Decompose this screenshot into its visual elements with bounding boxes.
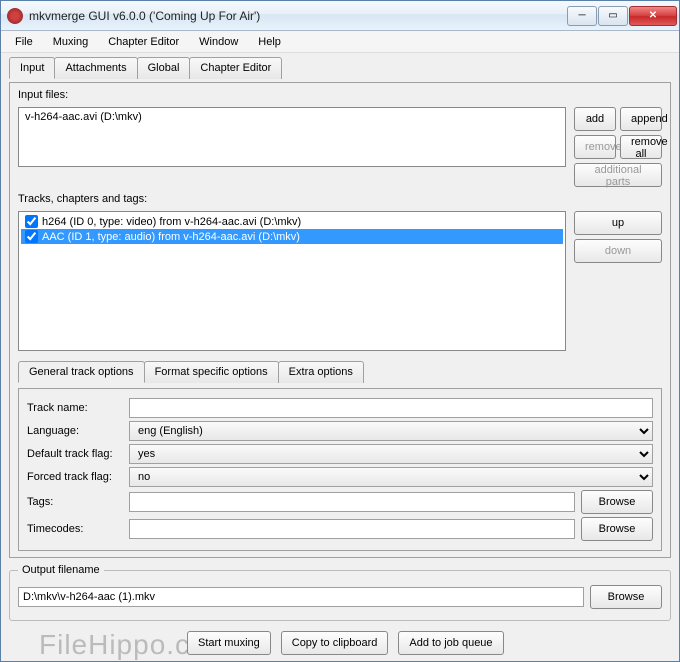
tab-panel-input: Input files: v-h264-aac.avi (D:\mkv) add… [9, 82, 671, 558]
track-checkbox[interactable] [25, 215, 38, 228]
down-button[interactable]: down [574, 239, 662, 263]
menu-chapter-editor[interactable]: Chapter Editor [98, 33, 189, 51]
menu-muxing[interactable]: Muxing [43, 33, 98, 51]
forced-flag-select[interactable]: no [129, 467, 653, 487]
main-tabs: Input Attachments Global Chapter Editor [9, 57, 671, 79]
language-label: Language: [27, 425, 123, 437]
copy-clipboard-button[interactable]: Copy to clipboard [281, 631, 389, 655]
tab-chapter-editor[interactable]: Chapter Editor [189, 57, 282, 79]
tab-attachments[interactable]: Attachments [54, 57, 137, 79]
track-checkbox[interactable] [25, 230, 38, 243]
timecodes-browse-button[interactable]: Browse [581, 517, 653, 541]
output-filename-input[interactable] [18, 587, 584, 607]
timecodes-label: Timecodes: [27, 523, 123, 535]
timecodes-input[interactable] [129, 519, 575, 539]
tags-label: Tags: [27, 496, 123, 508]
menu-help[interactable]: Help [248, 33, 291, 51]
append-button[interactable]: append [620, 107, 662, 131]
forced-flag-label: Forced track flag: [27, 471, 123, 483]
output-label: Output filename [18, 564, 104, 576]
language-select[interactable]: eng (English) [129, 421, 653, 441]
tags-input[interactable] [129, 492, 575, 512]
track-name-label: Track name: [27, 402, 123, 414]
tags-browse-button[interactable]: Browse [581, 490, 653, 514]
tab-format-options[interactable]: Format specific options [144, 361, 279, 383]
tab-global[interactable]: Global [137, 57, 191, 79]
app-icon [7, 8, 23, 24]
default-flag-select[interactable]: yes [129, 444, 653, 464]
menu-window[interactable]: Window [189, 33, 248, 51]
track-text: h264 (ID 0, type: video) from v-h264-aac… [42, 216, 301, 228]
tab-input[interactable]: Input [9, 57, 55, 79]
window-title: mkvmerge GUI v6.0.0 ('Coming Up For Air'… [29, 9, 567, 23]
input-files-label: Input files: [18, 89, 662, 101]
remove-button[interactable]: remove [574, 135, 616, 159]
output-browse-button[interactable]: Browse [590, 585, 662, 609]
minimize-button[interactable]: ─ [567, 6, 597, 26]
output-group: Output filename Browse [9, 564, 671, 621]
additional-parts-button[interactable]: additional parts [574, 163, 662, 187]
start-muxing-button[interactable]: Start muxing [187, 631, 271, 655]
maximize-button[interactable]: ▭ [598, 6, 628, 26]
tab-general-options[interactable]: General track options [18, 361, 145, 383]
add-button[interactable]: add [574, 107, 616, 131]
input-files-list[interactable]: v-h264-aac.avi (D:\mkv) [18, 107, 566, 167]
track-name-input[interactable] [129, 398, 653, 418]
up-button[interactable]: up [574, 211, 662, 235]
tracks-label: Tracks, chapters and tags: [18, 193, 662, 205]
default-flag-label: Default track flag: [27, 448, 123, 460]
remove-all-button[interactable]: remove all [620, 135, 662, 159]
track-text: AAC (ID 1, type: audio) from v-h264-aac.… [42, 231, 300, 243]
general-options-panel: Track name: Language: eng (English) Defa… [18, 388, 662, 551]
list-item[interactable]: v-h264-aac.avi (D:\mkv) [21, 110, 563, 124]
titlebar: mkvmerge GUI v6.0.0 ('Coming Up For Air'… [1, 1, 679, 31]
track-row[interactable]: h264 (ID 0, type: video) from v-h264-aac… [21, 214, 563, 229]
menu-file[interactable]: File [5, 33, 43, 51]
bottom-bar: FileHippo.com Start muxing Copy to clipb… [9, 625, 671, 661]
option-tabs: General track options Format specific op… [18, 361, 662, 383]
tab-extra-options[interactable]: Extra options [278, 361, 364, 383]
tracks-list[interactable]: h264 (ID 0, type: video) from v-h264-aac… [18, 211, 566, 351]
menubar: File Muxing Chapter Editor Window Help [1, 31, 679, 53]
track-row[interactable]: AAC (ID 1, type: audio) from v-h264-aac.… [21, 229, 563, 244]
add-job-queue-button[interactable]: Add to job queue [398, 631, 503, 655]
close-button[interactable]: ✕ [629, 6, 677, 26]
